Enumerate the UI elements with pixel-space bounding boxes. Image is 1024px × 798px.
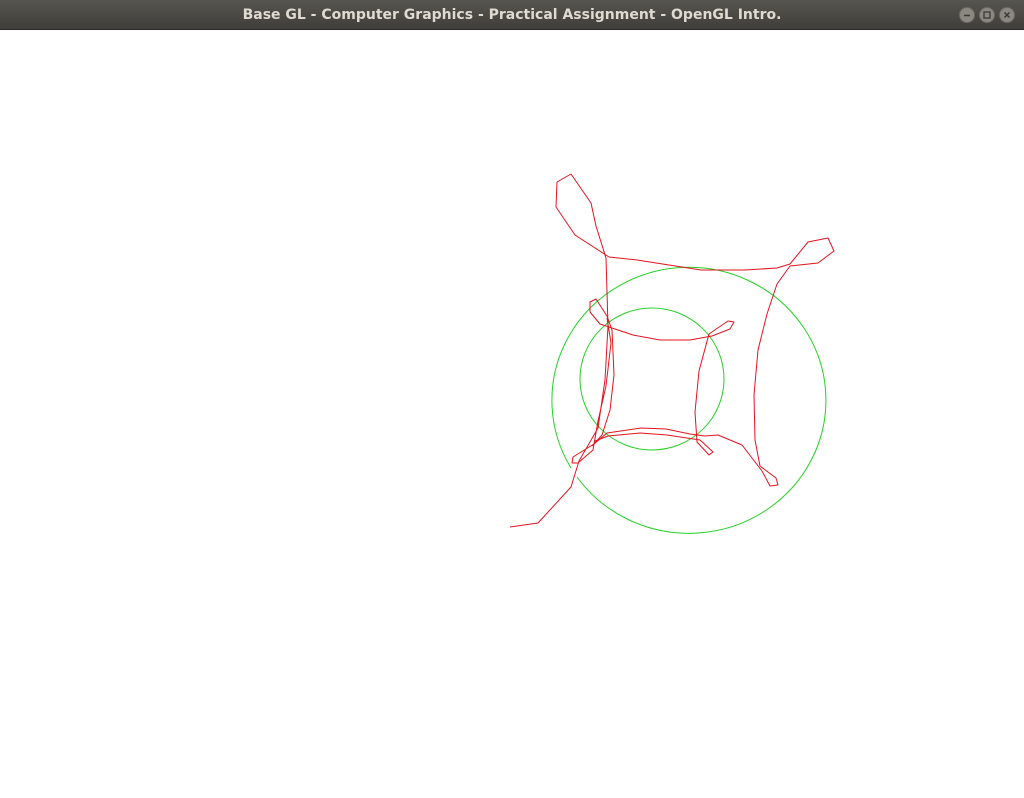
- maximize-button[interactable]: [979, 7, 995, 23]
- outer-loop-curve: [509, 173, 835, 528]
- maximize-icon: [983, 11, 991, 19]
- window-title: Base GL - Computer Graphics - Practical …: [242, 7, 782, 23]
- minimize-button[interactable]: [959, 7, 975, 23]
- close-button[interactable]: [999, 7, 1015, 23]
- inner-loop-curve: [589, 298, 735, 456]
- minimize-icon: [964, 14, 970, 17]
- gl-canvas[interactable]: [0, 30, 1024, 798]
- window-controls: [959, 7, 1015, 23]
- title-bar[interactable]: Base GL - Computer Graphics - Practical …: [0, 0, 1024, 30]
- app-window: Base GL - Computer Graphics - Practical …: [0, 0, 1024, 798]
- drawing-surface: [509, 173, 835, 534]
- close-icon: [1003, 11, 1011, 19]
- outer-circle: [551, 266, 827, 534]
